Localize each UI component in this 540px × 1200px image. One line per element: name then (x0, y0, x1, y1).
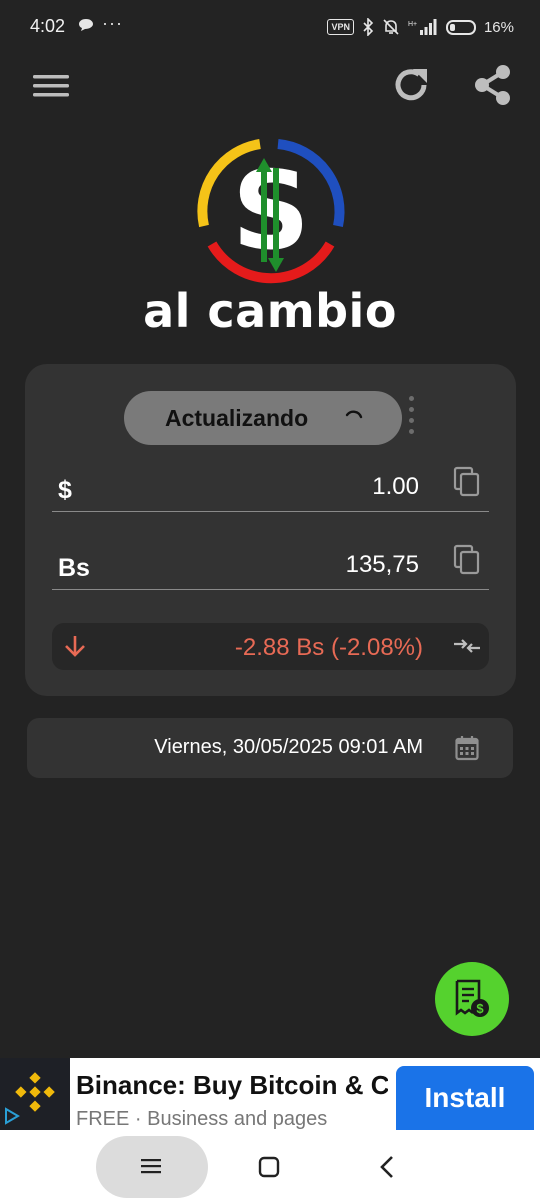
recent-apps-icon[interactable] (140, 1157, 162, 1175)
receipt-dollar-icon: $ (455, 979, 489, 1017)
bluetooth-icon (363, 18, 374, 36)
home-icon[interactable] (258, 1156, 280, 1178)
signal-icon: H+ (408, 19, 437, 35)
system-nav-bar (0, 1130, 540, 1200)
ad-install-button[interactable]: Install (396, 1066, 534, 1130)
chat-bubble-icon (79, 19, 93, 31)
vpn-badge: VPN (327, 19, 354, 35)
svg-text:H+: H+ (408, 21, 417, 28)
usd-field[interactable]: $ 1.00 (52, 462, 489, 512)
hamburger-menu-icon[interactable] (30, 68, 72, 104)
brand-name: al cambio (143, 284, 397, 338)
date-card[interactable]: Viernes, 30/05/2025 09:01 AM (27, 718, 513, 778)
battery-percent: 16% (483, 18, 514, 36)
usd-value[interactable]: 1.00 (372, 473, 419, 501)
more-options-icon[interactable] (406, 396, 416, 442)
battery-icon (445, 19, 476, 35)
rate-change-text: -2.88 Bs (-2.08%) (234, 634, 423, 661)
mute-bell-icon (383, 19, 399, 35)
ad-subtitle: FREE · Business and pages (76, 1108, 328, 1130)
update-status-button[interactable]: Actualizando (124, 391, 402, 445)
copy-usd-icon[interactable] (453, 466, 481, 498)
copy-bs-icon[interactable] (453, 544, 481, 576)
status-bar: 4:02 ··· VPN H+ 16% (0, 0, 540, 56)
calendar-icon[interactable] (455, 735, 479, 761)
back-icon[interactable] (378, 1155, 396, 1179)
svg-text:S: S (232, 149, 310, 274)
swap-arrows-icon[interactable] (453, 635, 481, 657)
rate-date-text: Viernes, 30/05/2025 09:01 AM (154, 736, 423, 758)
update-status-label: Actualizando (165, 405, 309, 431)
rate-change-box: -2.88 Bs (-2.08%) (52, 623, 489, 670)
svg-text:$: $ (476, 1001, 484, 1016)
status-more-dots: ··· (102, 13, 123, 33)
bs-symbol: Bs (58, 554, 90, 582)
status-time: 4:02 (30, 16, 66, 36)
status-indicators: VPN H+ 16% (327, 15, 514, 39)
share-icon[interactable] (470, 62, 514, 108)
refresh-icon[interactable] (388, 62, 434, 108)
ad-choices-icon[interactable] (2, 1106, 22, 1126)
bs-value[interactable]: 135,75 (346, 551, 419, 579)
usd-symbol: $ (58, 476, 72, 504)
bs-field[interactable]: Bs 135,75 (52, 540, 489, 590)
converter-card: Actualizando $ 1.00 Bs 135,75 -2.88 Bs (… (25, 364, 516, 696)
receipt-fab-button[interactable]: $ (435, 962, 509, 1036)
ad-title: Binance: Buy Bitcoin & Crypto (76, 1070, 388, 1100)
al-cambio-logo: S (197, 139, 345, 284)
loading-spinner-icon (345, 410, 363, 419)
arrow-down-icon (65, 636, 85, 657)
ad-banner[interactable]: Binance: Buy Bitcoin & Crypto FREE · Bus… (0, 1058, 540, 1130)
